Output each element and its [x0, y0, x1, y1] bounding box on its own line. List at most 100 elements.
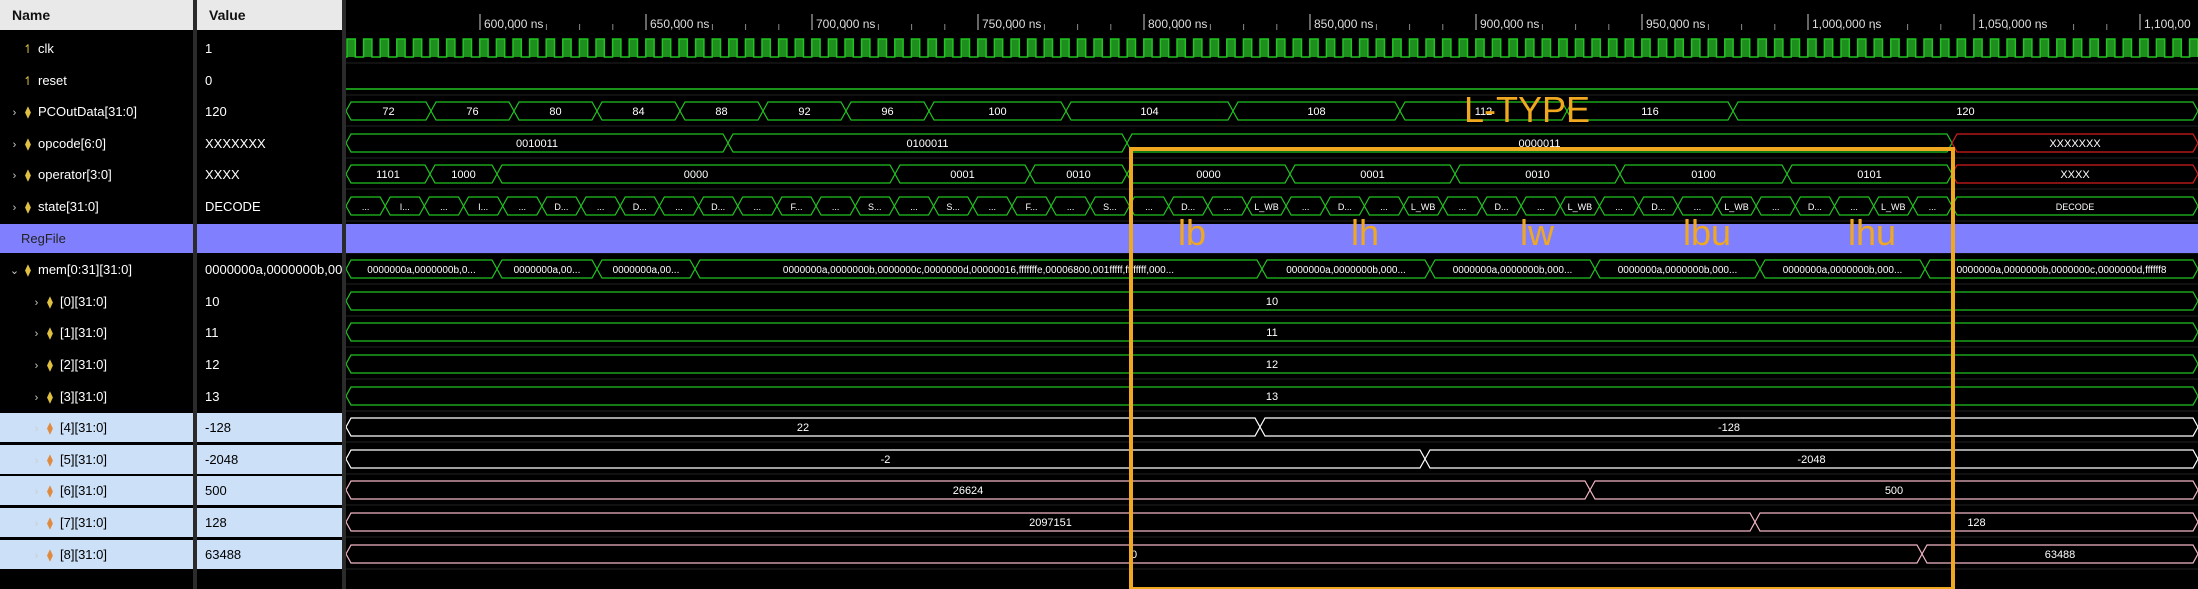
- clk-high-fill: [878, 39, 887, 57]
- pcoutdata-value: 120: [1956, 106, 1974, 118]
- state-value: S...: [868, 202, 882, 212]
- expand-arrow-icon[interactable]: ›: [8, 194, 21, 221]
- signal-row[interactable]: › ⧫ [4][31:0]: [0, 413, 193, 442]
- clk-high-fill: [1675, 39, 1684, 57]
- signal-value: -2048: [197, 445, 342, 474]
- bus-icon: ⧫: [47, 421, 53, 435]
- expand-arrow-icon[interactable]: ›: [30, 510, 43, 537]
- waveform-view[interactable]: 600,000 ns 650,000 ns 700,000 ns 750,000 ns…: [346, 0, 2198, 589]
- expand-arrow-icon[interactable]: ›: [30, 542, 43, 569]
- expand-arrow-icon[interactable]: ›: [30, 352, 43, 379]
- state-value: L_WB: [1411, 202, 1436, 212]
- mem7-value: 2097151: [1029, 517, 1072, 529]
- mem-element-value: 10: [1266, 296, 1278, 308]
- clk-high-fill: [1824, 39, 1833, 57]
- clk-high-fill: [1890, 39, 1900, 57]
- expand-arrow-icon[interactable]: ›: [30, 478, 43, 505]
- signal-row[interactable]: › ⧫ [6][31:0]: [0, 476, 193, 505]
- instruction-label: lhu: [1848, 212, 1896, 253]
- signal-row[interactable]: ↿ reset: [0, 66, 193, 95]
- bus-icon: ⧫: [47, 295, 53, 309]
- l-type-title: L-TYPE: [1464, 89, 1590, 130]
- operator-value: 0010: [1066, 169, 1090, 181]
- clk-high-fill: [1758, 39, 1767, 57]
- clk-high-fill: [496, 39, 505, 57]
- bus-icon: ⧫: [47, 548, 53, 562]
- signal-row[interactable]: › ⧫ operator[3:0]: [0, 160, 193, 189]
- signal-row[interactable]: › ⧫ [3][31:0]: [0, 382, 193, 411]
- expand-arrow-icon[interactable]: ›: [30, 289, 43, 316]
- signal-value: XXXX: [205, 167, 240, 182]
- pcoutdata-value: 96: [881, 106, 893, 118]
- signal-row[interactable]: ⌄ ⧫ mem[0:31][31:0]: [0, 255, 193, 284]
- clk-high-fill: [1459, 39, 1468, 57]
- collapse-arrow-icon[interactable]: ⌄: [8, 257, 21, 284]
- name-column-header[interactable]: Name: [0, 0, 193, 30]
- signal-icon: ↿: [22, 42, 34, 56]
- clk-high-fill: [1309, 39, 1319, 57]
- clk-high-fill: [2189, 39, 2198, 57]
- clk-high-fill: [1741, 39, 1750, 57]
- expand-arrow-icon[interactable]: ›: [8, 99, 21, 126]
- signal-value: 13: [205, 389, 220, 404]
- expand-arrow-icon[interactable]: ›: [8, 162, 21, 189]
- signal-row[interactable]: › ⧫ [5][31:0]: [0, 445, 193, 474]
- value-column-header[interactable]: Value: [197, 0, 342, 30]
- state-value: F...: [790, 202, 802, 212]
- clk-high-fill: [1608, 39, 1617, 57]
- clk-high-fill: [1625, 39, 1634, 57]
- signal-row[interactable]: › ⧫ [7][31:0]: [0, 508, 193, 537]
- expand-arrow-icon[interactable]: ›: [30, 447, 43, 474]
- mem5-value: -2: [881, 454, 891, 466]
- opcode-value: 0010011: [516, 138, 558, 150]
- regfile-bar: [346, 224, 2198, 253]
- pcoutdata-value: 76: [466, 106, 478, 118]
- signal-row[interactable]: › ⧫ PCOutData[31:0]: [0, 97, 193, 126]
- state-value: ...: [832, 202, 840, 212]
- expand-arrow-icon[interactable]: ›: [30, 415, 43, 442]
- signal-row[interactable]: RegFile: [0, 224, 193, 253]
- clk-high-fill: [1924, 39, 1933, 57]
- signal-row[interactable]: › ⧫ [0][31:0]: [0, 287, 193, 316]
- signal-row[interactable]: › ⧫ state[31:0]: [0, 192, 193, 221]
- signal-name: [4][31:0]: [60, 420, 107, 435]
- bus-icon: ⧫: [47, 453, 53, 467]
- clk-high-fill: [1658, 39, 1667, 57]
- clk-high-fill: [1044, 39, 1053, 57]
- clk-high-fill: [745, 39, 754, 57]
- clk-high-fill: [894, 39, 904, 57]
- signal-name: reset: [38, 73, 67, 88]
- operator-value: 0010: [1525, 169, 1549, 181]
- mem4-value: -128: [1718, 422, 1740, 434]
- state-value: ...: [1850, 202, 1858, 212]
- clk-high-fill: [994, 39, 1003, 57]
- state-value: D...: [1338, 202, 1352, 212]
- clk-high-fill: [645, 39, 655, 57]
- clk-high-fill: [1907, 39, 1916, 57]
- expand-arrow-icon[interactable]: ›: [30, 320, 43, 347]
- clk-high-fill: [629, 39, 638, 57]
- signal-name: state[31:0]: [38, 199, 99, 214]
- mem-value: 0000000a,0000000b,000...: [1453, 265, 1573, 276]
- mem-element-value: 13: [1266, 391, 1278, 403]
- clk-high-fill: [562, 39, 572, 57]
- clk-high-fill: [1027, 39, 1036, 57]
- expand-arrow-icon[interactable]: ›: [8, 131, 21, 158]
- state-value: ...: [1694, 202, 1702, 212]
- bus-icon: ⧫: [47, 390, 53, 404]
- clk-high-fill: [928, 39, 937, 57]
- state-value: ...: [1537, 202, 1545, 212]
- mem5-value: -2048: [1797, 454, 1825, 466]
- ruler-label: 850,000 ns: [1314, 17, 1373, 31]
- signal-row[interactable]: ↿ clk: [0, 34, 193, 63]
- signal-row[interactable]: › ⧫ opcode[6:0]: [0, 129, 193, 158]
- mem8-value: 63488: [2045, 549, 2076, 561]
- signal-row[interactable]: › ⧫ [1][31:0]: [0, 318, 193, 347]
- clk-high-fill: [2173, 39, 2182, 57]
- signal-row[interactable]: › ⧫ [2][31:0]: [0, 350, 193, 379]
- clk-high-fill: [1243, 39, 1252, 57]
- expand-arrow-icon[interactable]: ›: [30, 384, 43, 411]
- signal-name: [0][31:0]: [60, 294, 107, 309]
- clk-high-fill: [1525, 39, 1534, 57]
- signal-row[interactable]: › ⧫ [8][31:0]: [0, 540, 193, 569]
